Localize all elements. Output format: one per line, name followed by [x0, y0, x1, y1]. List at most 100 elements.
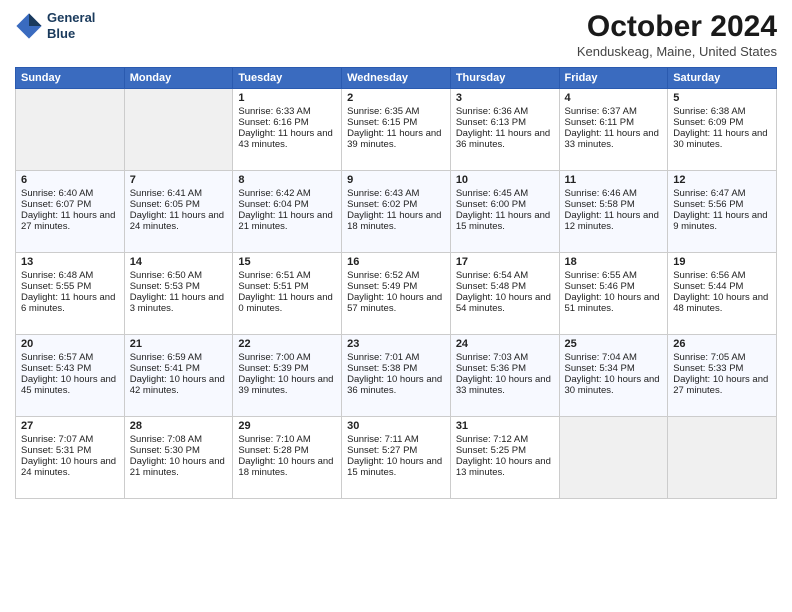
daylight-text: Daylight: 11 hours and 6 minutes.	[21, 292, 119, 314]
calendar-cell: 6Sunrise: 6:40 AMSunset: 6:07 PMDaylight…	[16, 171, 125, 253]
daylight-text: Daylight: 10 hours and 39 minutes.	[238, 374, 336, 396]
sunrise-text: Sunrise: 6:42 AM	[238, 188, 336, 199]
sunset-text: Sunset: 6:00 PM	[456, 199, 554, 210]
day-number: 22	[238, 338, 336, 350]
subtitle: Kenduskeag, Maine, United States	[577, 44, 777, 59]
sunrise-text: Sunrise: 6:46 AM	[565, 188, 663, 199]
sunset-text: Sunset: 6:05 PM	[130, 199, 228, 210]
day-number: 7	[130, 174, 228, 186]
calendar-cell: 9Sunrise: 6:43 AMSunset: 6:02 PMDaylight…	[342, 171, 451, 253]
sunrise-text: Sunrise: 7:00 AM	[238, 352, 336, 363]
sunrise-text: Sunrise: 7:07 AM	[21, 434, 119, 445]
daylight-text: Daylight: 11 hours and 15 minutes.	[456, 210, 554, 232]
day-number: 10	[456, 174, 554, 186]
logo-line1: General	[47, 10, 95, 26]
sunset-text: Sunset: 6:15 PM	[347, 117, 445, 128]
day-number: 17	[456, 256, 554, 268]
day-number: 24	[456, 338, 554, 350]
daylight-text: Daylight: 10 hours and 13 minutes.	[456, 456, 554, 478]
col-header-monday: Monday	[124, 68, 233, 89]
day-number: 2	[347, 92, 445, 104]
sunset-text: Sunset: 5:53 PM	[130, 281, 228, 292]
daylight-text: Daylight: 11 hours and 30 minutes.	[673, 128, 771, 150]
daylight-text: Daylight: 10 hours and 24 minutes.	[21, 456, 119, 478]
sunset-text: Sunset: 5:31 PM	[21, 445, 119, 456]
sunset-text: Sunset: 5:56 PM	[673, 199, 771, 210]
sunset-text: Sunset: 5:55 PM	[21, 281, 119, 292]
calendar-cell: 13Sunrise: 6:48 AMSunset: 5:55 PMDayligh…	[16, 253, 125, 335]
sunrise-text: Sunrise: 6:56 AM	[673, 270, 771, 281]
day-number: 5	[673, 92, 771, 104]
calendar-cell: 14Sunrise: 6:50 AMSunset: 5:53 PMDayligh…	[124, 253, 233, 335]
calendar-cell: 17Sunrise: 6:54 AMSunset: 5:48 PMDayligh…	[450, 253, 559, 335]
sunrise-text: Sunrise: 7:04 AM	[565, 352, 663, 363]
sunrise-text: Sunrise: 6:43 AM	[347, 188, 445, 199]
main-title: October 2024	[577, 10, 777, 44]
day-number: 30	[347, 420, 445, 432]
day-number: 20	[21, 338, 119, 350]
day-number: 13	[21, 256, 119, 268]
sunrise-text: Sunrise: 6:45 AM	[456, 188, 554, 199]
sunrise-text: Sunrise: 6:52 AM	[347, 270, 445, 281]
sunrise-text: Sunrise: 6:55 AM	[565, 270, 663, 281]
calendar-cell: 12Sunrise: 6:47 AMSunset: 5:56 PMDayligh…	[668, 171, 777, 253]
daylight-text: Daylight: 11 hours and 36 minutes.	[456, 128, 554, 150]
daylight-text: Daylight: 10 hours and 42 minutes.	[130, 374, 228, 396]
col-header-sunday: Sunday	[16, 68, 125, 89]
day-number: 25	[565, 338, 663, 350]
sunrise-text: Sunrise: 6:37 AM	[565, 106, 663, 117]
calendar-cell: 22 Sunrise: 7:00 AMSunset: 5:39 PMDayligh…	[233, 335, 342, 417]
daylight-text: Daylight: 11 hours and 18 minutes.	[347, 210, 445, 232]
sunset-text: Sunset: 6:07 PM	[21, 199, 119, 210]
daylight-text: Daylight: 11 hours and 3 minutes.	[130, 292, 228, 314]
sunset-text: Sunset: 5:30 PM	[130, 445, 228, 456]
sunrise-text: Sunrise: 6:54 AM	[456, 270, 554, 281]
sunset-text: Sunset: 6:11 PM	[565, 117, 663, 128]
sunrise-text: Sunrise: 7:03 AM	[456, 352, 554, 363]
calendar-cell: 4Sunrise: 6:37 AMSunset: 6:11 PMDaylight…	[559, 89, 668, 171]
sunrise-text: Sunrise: 7:10 AM	[238, 434, 336, 445]
week-row-4: 20Sunrise: 6:57 AMSunset: 5:43 PMDayligh…	[16, 335, 777, 417]
sunrise-text: Sunrise: 6:50 AM	[130, 270, 228, 281]
daylight-text: Daylight: 10 hours and 33 minutes.	[456, 374, 554, 396]
calendar-cell: 18Sunrise: 6:55 AMSunset: 5:46 PMDayligh…	[559, 253, 668, 335]
logo-icon	[15, 12, 43, 40]
sunrise-text: Sunrise: 6:38 AM	[673, 106, 771, 117]
daylight-text: Daylight: 11 hours and 21 minutes.	[238, 210, 336, 232]
sunset-text: Sunset: 5:46 PM	[565, 281, 663, 292]
sunset-text: Sunset: 5:39 PM	[238, 363, 336, 374]
calendar-table: SundayMondayTuesdayWednesdayThursdayFrid…	[15, 67, 777, 499]
daylight-text: Daylight: 11 hours and 27 minutes.	[21, 210, 119, 232]
daylight-text: Daylight: 10 hours and 27 minutes.	[673, 374, 771, 396]
sunrise-text: Sunrise: 6:57 AM	[21, 352, 119, 363]
daylight-text: Daylight: 11 hours and 33 minutes.	[565, 128, 663, 150]
daylight-text: Daylight: 11 hours and 0 minutes.	[238, 292, 336, 314]
calendar-cell: 28Sunrise: 7:08 AMSunset: 5:30 PMDayligh…	[124, 417, 233, 499]
title-block: October 2024 Kenduskeag, Maine, United S…	[577, 10, 777, 59]
sunrise-text: Sunrise: 6:35 AM	[347, 106, 445, 117]
col-header-tuesday: Tuesday	[233, 68, 342, 89]
day-number: 9	[347, 174, 445, 186]
calendar-cell: 26Sunrise: 7:05 AMSunset: 5:33 PMDayligh…	[668, 335, 777, 417]
col-header-thursday: Thursday	[450, 68, 559, 89]
day-number: 27	[21, 420, 119, 432]
calendar-cell: 16Sunrise: 6:52 AMSunset: 5:49 PMDayligh…	[342, 253, 451, 335]
sunset-text: Sunset: 5:34 PM	[565, 363, 663, 374]
sunrise-text: Sunrise: 6:36 AM	[456, 106, 554, 117]
page: General Blue October 2024 Kenduskeag, Ma…	[0, 0, 792, 612]
day-number: 15	[238, 256, 336, 268]
daylight-text: Daylight: 11 hours and 9 minutes.	[673, 210, 771, 232]
daylight-text: Daylight: 10 hours and 18 minutes.	[238, 456, 336, 478]
day-number: 1	[238, 92, 336, 104]
daylight-text: Daylight: 10 hours and 48 minutes.	[673, 292, 771, 314]
sunset-text: Sunset: 5:49 PM	[347, 281, 445, 292]
day-number: 19	[673, 256, 771, 268]
calendar-cell: 19Sunrise: 6:56 AMSunset: 5:44 PMDayligh…	[668, 253, 777, 335]
sunrise-text: Sunrise: 7:12 AM	[456, 434, 554, 445]
sunrise-text: Sunrise: 7:08 AM	[130, 434, 228, 445]
sunset-text: Sunset: 6:13 PM	[456, 117, 554, 128]
header: General Blue October 2024 Kenduskeag, Ma…	[15, 10, 777, 59]
col-header-wednesday: Wednesday	[342, 68, 451, 89]
sunrise-text: Sunrise: 7:11 AM	[347, 434, 445, 445]
sunrise-text: Sunrise: 6:33 AM	[238, 106, 336, 117]
